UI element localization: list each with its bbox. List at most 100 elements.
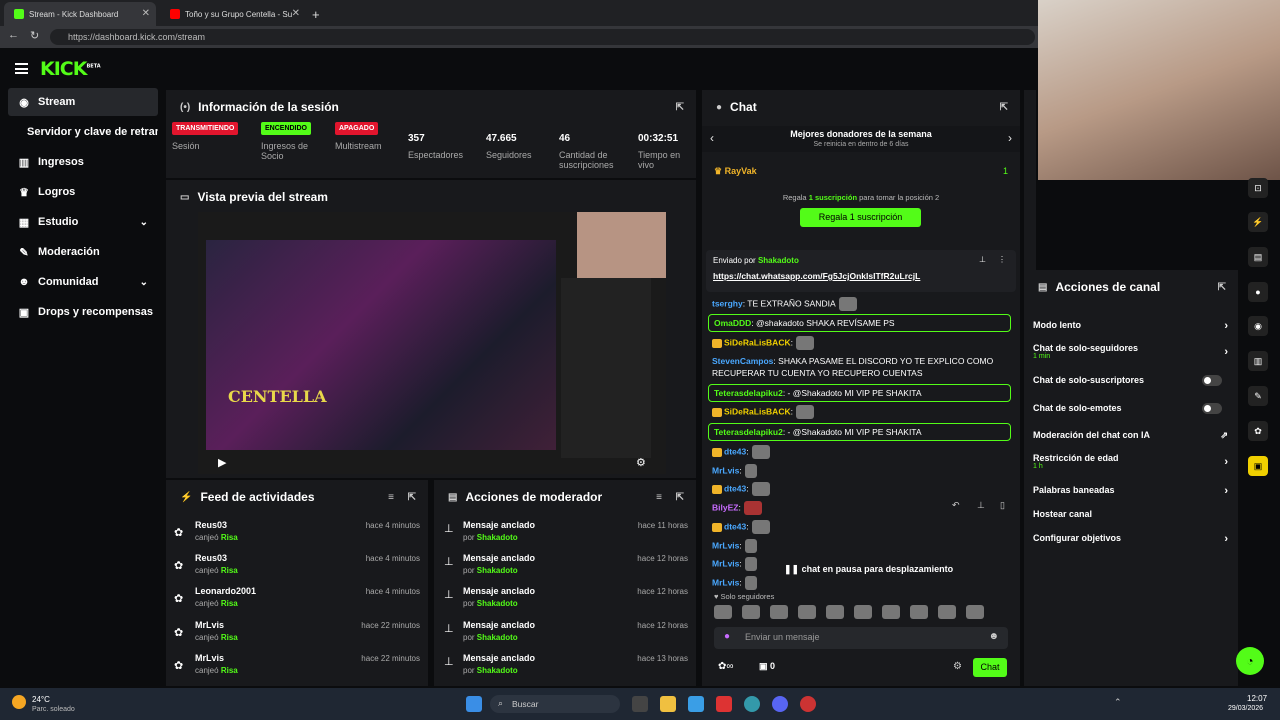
sidebar-item-moderacion[interactable]: ✎ Moderación <box>8 238 158 266</box>
emote-icon[interactable] <box>826 604 844 619</box>
chrome-icon[interactable] <box>744 696 760 712</box>
panel-title: Feed de actividades <box>200 490 315 504</box>
action-host-channel[interactable]: Hostear canal <box>1033 509 1228 519</box>
chevron-down-icon: ⌄ <box>139 276 148 288</box>
panel-title: Acciones de moderador <box>465 490 603 504</box>
close-icon[interactable]: ✕ <box>292 8 300 19</box>
new-tab-button[interactable]: + <box>308 2 328 26</box>
panel-title: Chat <box>730 100 757 114</box>
emote-icon[interactable] <box>938 604 956 619</box>
emote-icon[interactable] <box>854 604 872 619</box>
action-followers-only[interactable]: Chat de solo-seguidores 1 min › <box>1033 343 1228 360</box>
pin-icon[interactable]: ⊥ <box>977 499 985 511</box>
taskbar: 24°C Parc. soleado ⌕ Buscar ⌃ 12:07 29/0… <box>0 688 1280 720</box>
file-explorer-icon[interactable] <box>660 696 676 712</box>
action-ai-moderation[interactable]: Moderación del chat con IA ⇗ <box>1033 430 1228 440</box>
toggle-switch[interactable] <box>1202 403 1222 414</box>
stat-label: Espectadores <box>408 150 464 160</box>
gift-sub-button[interactable]: Regala 1 suscripción <box>800 208 921 227</box>
badge-icon <box>712 447 722 457</box>
toggle-switch[interactable] <box>1202 375 1222 386</box>
emote-icon[interactable] <box>770 604 788 619</box>
expand-icon[interactable]: ⇱ <box>676 492 684 503</box>
back-icon[interactable]: ← <box>8 29 19 41</box>
clock-date[interactable]: 29/03/2026 <box>1228 705 1263 712</box>
expand-icon[interactable]: ⇱ <box>1218 282 1226 293</box>
emote-icon[interactable] <box>714 604 732 619</box>
kick-logo[interactable]: KICKBETA <box>40 58 101 80</box>
taskbar-search[interactable]: ⌕ Buscar <box>490 695 620 713</box>
bolt-icon[interactable]: ⚡ <box>1248 212 1268 232</box>
reload-icon[interactable]: ↻ <box>30 29 39 42</box>
sidebar-item-estudio[interactable]: ▦ Estudio ⌄ <box>8 208 158 236</box>
close-icon[interactable]: ✕ <box>142 8 150 19</box>
task-view-icon[interactable] <box>632 696 648 712</box>
emote-icon[interactable] <box>742 604 760 619</box>
pin-icon[interactable]: ⊥ <box>979 255 986 264</box>
url-field[interactable]: https://dashboard.kick.com/stream <box>50 29 1035 45</box>
pinned-link[interactable]: https://chat.whatsapp.com/Fg5JcjOnkIsITf… <box>713 271 920 281</box>
filter-icon[interactable]: ≡ <box>388 492 394 503</box>
menu-icon[interactable] <box>15 63 28 74</box>
more-icon[interactable]: ⋮ <box>998 255 1006 264</box>
top-donor-count: 1 <box>1002 166 1008 176</box>
windows-start-icon[interactable] <box>466 696 482 712</box>
app-icon[interactable] <box>716 696 732 712</box>
gear-icon[interactable]: ⚙ <box>953 661 962 672</box>
document-icon[interactable]: ▤ <box>1248 247 1268 267</box>
chat-bubble-icon[interactable]: ● <box>1248 282 1268 302</box>
clapper-icon[interactable]: ▣ <box>1248 456 1268 476</box>
expand-icon[interactable]: ⇱ <box>1000 102 1008 113</box>
action-banned-words[interactable]: Palabras baneadas › <box>1033 485 1228 497</box>
scan-icon[interactable]: ⊡ <box>1248 178 1268 198</box>
expand-icon[interactable]: ⇱ <box>408 492 416 503</box>
sidebar-item-logros[interactable]: ♛ Logros <box>8 178 158 206</box>
sidebar-item-comunidad[interactable]: ☻ Comunidad ⌄ <box>8 268 158 296</box>
trash-icon[interactable]: ▯ <box>1000 499 1005 511</box>
chevron-right-icon: › <box>1224 533 1228 545</box>
emote-icon[interactable] <box>910 604 928 619</box>
expand-icon[interactable]: ⇱ <box>676 102 684 113</box>
emoji-icon[interactable]: ☻ <box>988 631 999 642</box>
action-goals[interactable]: Configurar objetivos › <box>1033 533 1228 545</box>
emote-icon <box>751 445 770 459</box>
send-chat-button[interactable]: Chat <box>973 658 1007 677</box>
action-age-restriction[interactable]: Restricción de edad 1 h › <box>1033 453 1228 470</box>
sidebar-item-server-key[interactable]: Servidor y clave de retransn <box>8 118 158 146</box>
play-icon[interactable]: ▶ <box>218 456 226 469</box>
sidebar-item-drops[interactable]: ▣ Drops y recompensas <box>8 298 158 326</box>
emote-icon[interactable] <box>966 604 984 619</box>
broadcast-icon[interactable]: ◉ <box>1248 316 1268 336</box>
help-button[interactable]: ◔ <box>1236 647 1264 675</box>
wrench-icon[interactable]: ✎ <box>1248 386 1268 406</box>
discord-icon[interactable] <box>772 696 788 712</box>
reply-icon[interactable]: ↶ <box>952 499 960 511</box>
chat-paused-notice[interactable]: ❚❚ chat en pausa para desplazamiento <box>780 564 958 575</box>
chat-input[interactable]: ● Enviar un mensaje ☻ <box>714 627 1008 649</box>
sidebar-item-ingresos[interactable]: ▥ Ingresos <box>8 148 158 176</box>
panel-header: ⚡ Feed de actividades ≡ ⇱ <box>166 480 428 514</box>
points-icon[interactable]: ✿ <box>1248 421 1268 441</box>
sidebar-item-stream[interactable]: ◉ Stream <box>8 88 158 116</box>
points-display[interactable]: ✿∞ <box>718 661 734 672</box>
app-icon[interactable] <box>800 696 816 712</box>
gear-icon[interactable]: ⚙ <box>636 456 646 469</box>
action-slow-mode[interactable]: Modo lento › <box>1033 320 1228 332</box>
tab-youtube[interactable]: Toño y su Grupo Centella - Su ✕ <box>160 2 306 26</box>
stream-video[interactable]: CENTELLA ▶ ⚙ <box>198 212 666 474</box>
emote-icon[interactable] <box>798 604 816 619</box>
action-emotes-only[interactable]: Chat de solo-emotes <box>1033 403 1228 414</box>
layout-icon[interactable]: ▥ <box>1248 351 1268 371</box>
emote-icon[interactable] <box>882 604 900 619</box>
gifts-display[interactable]: ▣ 0 <box>759 661 775 672</box>
clock-time[interactable]: 12:07 <box>1247 694 1267 703</box>
action-subscribers-only[interactable]: Chat de solo-suscriptores <box>1033 375 1228 386</box>
tab-stream-dashboard[interactable]: Stream - Kick Dashboard ✕ <box>4 2 156 26</box>
app-icon[interactable] <box>688 696 704 712</box>
mic-icon[interactable]: ● <box>724 631 730 642</box>
tray-up-icon[interactable]: ⌃ <box>1114 697 1122 708</box>
redeem-icon: ✿ <box>174 527 184 539</box>
filter-icon[interactable]: ≡ <box>656 492 662 503</box>
list-item: ✿ MrLvis canjeó Risa hace 22 minutos <box>174 620 420 642</box>
weather-icon[interactable] <box>12 695 26 709</box>
